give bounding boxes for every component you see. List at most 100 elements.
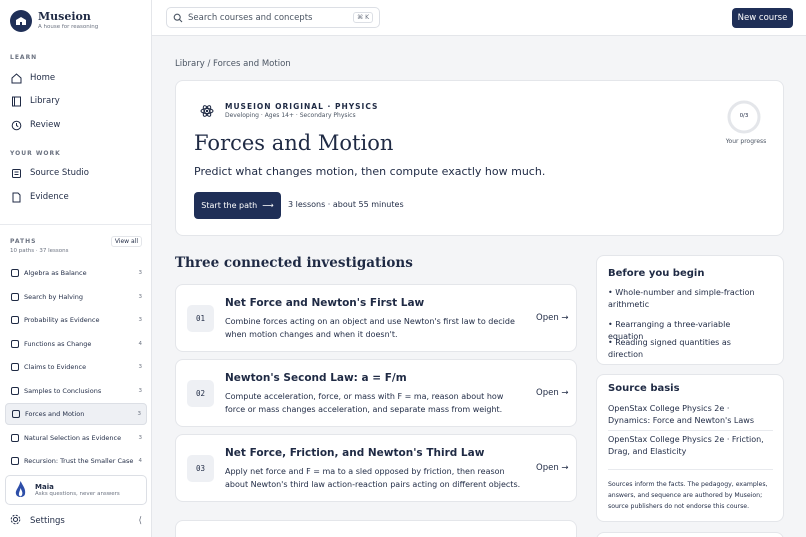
view-all-button[interactable]: View all <box>110 236 142 247</box>
breadcrumb: Library / Forces and Motion <box>175 59 291 69</box>
prerequisites-card: Before you begin • Whole-number and simp… <box>596 255 784 365</box>
path-item[interactable]: Search by Halving 3 <box>5 286 147 308</box>
settings-label: Settings <box>30 516 65 526</box>
brand-name: Museion <box>38 10 91 23</box>
top-bar: Search courses and concepts ⌘ K New cour… <box>152 0 806 36</box>
path-icon <box>11 410 20 419</box>
home-icon <box>10 72 22 84</box>
path-item[interactable]: Functions as Change 4 <box>5 333 147 355</box>
new-course-button[interactable]: New course <box>732 8 793 28</box>
nav-review-label: Review <box>30 120 61 130</box>
lesson-card[interactable]: 01 Net Force and Newton's First Law Comb… <box>175 284 577 352</box>
progress-label: Your progress <box>725 138 767 145</box>
source-studio-icon <box>10 167 22 179</box>
nav-source-studio[interactable]: Source Studio <box>10 163 142 183</box>
path-item-count: 3 <box>138 435 143 441</box>
progress-value: 0/3 <box>739 113 749 119</box>
path-icon <box>10 293 19 302</box>
path-item-label: Probability as Evidence <box>24 316 100 324</box>
path-icon <box>10 340 19 349</box>
path-item-label: Samples to Conclusions <box>24 387 102 395</box>
lower-side-card <box>596 532 784 537</box>
breadcrumb-separator: / <box>207 59 211 69</box>
path-item-count: 3 <box>138 364 143 370</box>
collapse-sidebar-icon[interactable]: ⟨ <box>138 516 142 526</box>
nav-evidence-label: Evidence <box>30 192 69 202</box>
lesson-open-link[interactable]: Open → <box>536 313 569 323</box>
paths-label: PATHS <box>10 238 37 245</box>
course-title: Forces and Motion <box>194 131 394 155</box>
source-basis-title: Source basis <box>608 383 680 394</box>
path-item-count: 4 <box>138 458 143 464</box>
path-item[interactable]: Probability as Evidence 3 <box>5 309 147 331</box>
course-org: MUSEION ORIGINAL · PHYSICS <box>225 102 379 111</box>
maia-assistant-button[interactable]: Maia Asks questions, never answers <box>5 475 147 505</box>
lesson-card[interactable]: 02 Newton's Second Law: a = F/m Compute … <box>175 359 577 427</box>
source-divider <box>608 469 773 470</box>
path-item[interactable]: Samples to Conclusions 3 <box>5 380 147 402</box>
gear-icon <box>10 514 22 528</box>
path-item-label: Natural Selection as Evidence <box>24 434 122 442</box>
maia-description: Asks questions, never answers <box>35 491 120 497</box>
path-icon <box>10 457 19 466</box>
start-path-button[interactable]: Start the path ⟶ <box>194 192 281 219</box>
path-item-count: 3 <box>138 388 143 394</box>
source-item[interactable]: OpenStax College Physics 2e · Friction, … <box>608 434 773 458</box>
source-item[interactable]: OpenStax College Physics 2e · Dynamics: … <box>608 403 773 427</box>
nav-home[interactable]: Home <box>10 68 142 88</box>
nav-library[interactable]: Library <box>10 91 142 111</box>
path-item-label: Functions as Change <box>24 340 92 348</box>
path-item[interactable]: Natural Selection as Evidence 3 <box>5 427 147 449</box>
source-note: Sources inform the facts. The pedagogy, … <box>608 481 768 510</box>
path-item-count: 4 <box>138 341 143 347</box>
sidebar-divider <box>0 224 151 225</box>
path-item[interactable]: Claims to Evidence 3 <box>5 356 147 378</box>
search-input[interactable]: Search courses and concepts ⌘ K <box>166 7 380 28</box>
path-item-active[interactable]: Forces and Motion 3 <box>5 403 147 425</box>
maia-name: Maia <box>35 483 54 491</box>
review-icon <box>10 119 22 131</box>
maia-flame-icon <box>15 481 26 497</box>
path-icon <box>10 434 19 443</box>
path-item-label: Claims to Evidence <box>24 363 87 371</box>
lesson-open-link[interactable]: Open → <box>536 388 569 398</box>
brand-tagline: A house for reasoning <box>38 24 99 30</box>
lesson-number: 02 <box>187 380 214 407</box>
path-icon <box>10 363 19 372</box>
nav-library-label: Library <box>30 96 60 106</box>
lesson-card[interactable]: 03 Net Force, Friction, and Newton's Thi… <box>175 434 577 502</box>
your-work-section-label: YOUR WORK <box>10 150 61 157</box>
brand[interactable]: Museion A house for reasoning <box>10 10 98 32</box>
lesson-title: Net Force and Newton's First Law <box>225 297 425 309</box>
start-path-label: Start the path <box>201 201 258 210</box>
path-icon <box>10 387 19 396</box>
lesson-open-link[interactable]: Open → <box>536 463 569 473</box>
nav-source-studio-label: Source Studio <box>30 168 89 178</box>
nav-review[interactable]: Review <box>10 115 142 135</box>
lesson-title: Net Force, Friction, and Newton's Third … <box>225 447 485 459</box>
lesson-description: Apply net force and F = ma to a sled opp… <box>225 467 521 489</box>
settings-button[interactable]: Settings ⟨ <box>10 514 142 528</box>
path-item[interactable]: Algebra as Balance 3 <box>5 262 147 284</box>
path-item-label: Forces and Motion <box>25 410 85 418</box>
investigations-heading: Three connected investigations <box>175 255 413 271</box>
path-item-label: Search by Halving <box>24 293 84 301</box>
course-hero: MUSEION ORIGINAL · PHYSICS Developing · … <box>175 80 784 236</box>
course-meta: Developing · Ages 14+ · Secondary Physic… <box>225 112 356 119</box>
prerequisite-item: • Whole-number and simple-fraction arith… <box>608 288 755 309</box>
path-item-count: 3 <box>138 294 143 300</box>
path-item-label: Recursion: Trust the Smaller Case <box>24 457 134 465</box>
path-item[interactable]: Recursion: Trust the Smaller Case 4 <box>5 450 147 472</box>
prerequisite-item: • Reading signed quantities as direction <box>608 338 731 359</box>
lesson-number: 01 <box>187 305 214 332</box>
evidence-icon <box>10 191 22 203</box>
lesson-description: Compute acceleration, force, or mass wit… <box>225 392 504 414</box>
physics-atom-icon <box>200 105 214 117</box>
nav-evidence[interactable]: Evidence <box>10 187 142 207</box>
path-item-count: 3 <box>137 411 142 417</box>
course-description: Predict what changes motion, then comput… <box>194 165 546 178</box>
path-item-label: Algebra as Balance <box>24 269 87 277</box>
paths-count: 10 paths · 37 lessons <box>10 248 69 254</box>
breadcrumb-library[interactable]: Library <box>175 59 205 69</box>
book-icon <box>10 95 22 107</box>
